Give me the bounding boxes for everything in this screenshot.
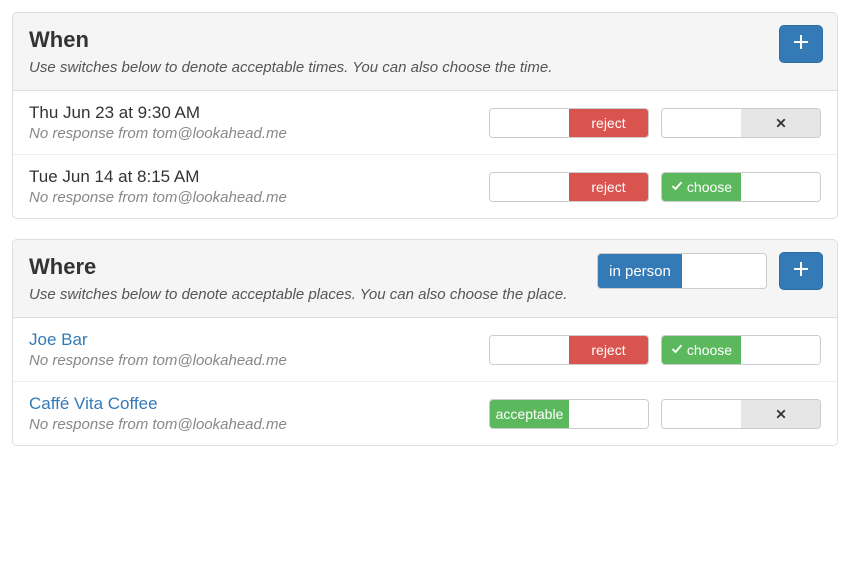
x-icon: [741, 400, 820, 428]
time-row-controls: reject: [489, 108, 821, 138]
time-row: Tue Jun 14 at 8:15 AM No response from t…: [13, 155, 837, 218]
place-row-info: Joe Bar No response from tom@lookahead.m…: [29, 330, 489, 369]
in-person-label: in person: [598, 254, 682, 288]
check-icon: [671, 342, 683, 358]
choose-label: choose: [662, 336, 741, 364]
toggle-blank: [682, 254, 766, 288]
place-row: Joe Bar No response from tom@lookahead.m…: [13, 318, 837, 382]
time-label: Thu Jun 23 at 9:30 AM: [29, 103, 489, 123]
time-row: Thu Jun 23 at 9:30 AM No response from t…: [13, 91, 837, 155]
when-header-controls: [779, 25, 823, 63]
toggle-blank: [490, 336, 569, 364]
where-header: Where Use switches below to denote accep…: [13, 240, 837, 318]
place-row-controls: acceptable: [489, 399, 821, 429]
toggle-blank: [490, 173, 569, 201]
choose-label: choose: [662, 173, 741, 201]
when-subtitle: Use switches below to denote acceptable …: [29, 59, 821, 76]
place-response-status: No response from tom@lookahead.me: [29, 352, 489, 369]
add-place-button[interactable]: [779, 252, 823, 290]
dismiss-toggle[interactable]: [661, 399, 821, 429]
reject-toggle[interactable]: reject: [489, 335, 649, 365]
reject-label: reject: [569, 336, 648, 364]
reject-label: reject: [569, 109, 648, 137]
when-title: When: [29, 27, 821, 53]
check-icon: [671, 179, 683, 195]
where-panel: Where Use switches below to denote accep…: [12, 239, 838, 446]
time-row-controls: reject choose: [489, 172, 821, 202]
when-panel: When Use switches below to denote accept…: [12, 12, 838, 219]
time-row-info: Tue Jun 14 at 8:15 AM No response from t…: [29, 167, 489, 206]
place-link[interactable]: Joe Bar: [29, 330, 489, 350]
plus-icon: [793, 261, 809, 282]
toggle-blank: [662, 109, 741, 137]
time-response-status: No response from tom@lookahead.me: [29, 189, 489, 206]
place-row: Caffé Vita Coffee No response from tom@l…: [13, 382, 837, 445]
toggle-blank: [662, 400, 741, 428]
acceptable-label: acceptable: [490, 400, 569, 428]
time-label: Tue Jun 14 at 8:15 AM: [29, 167, 489, 187]
reject-toggle[interactable]: reject: [489, 172, 649, 202]
acceptable-toggle[interactable]: acceptable: [489, 399, 649, 429]
place-link[interactable]: Caffé Vita Coffee: [29, 394, 489, 414]
toggle-blank: [741, 173, 820, 201]
in-person-toggle[interactable]: in person: [597, 253, 767, 289]
toggle-blank: [741, 336, 820, 364]
reject-toggle[interactable]: reject: [489, 108, 649, 138]
add-time-button[interactable]: [779, 25, 823, 63]
plus-icon: [793, 34, 809, 55]
choose-toggle[interactable]: choose: [661, 335, 821, 365]
place-row-controls: reject choose: [489, 335, 821, 365]
choose-toggle[interactable]: choose: [661, 172, 821, 202]
place-row-info: Caffé Vita Coffee No response from tom@l…: [29, 394, 489, 433]
reject-label: reject: [569, 173, 648, 201]
time-response-status: No response from tom@lookahead.me: [29, 125, 489, 142]
toggle-blank: [490, 109, 569, 137]
dismiss-toggle[interactable]: [661, 108, 821, 138]
time-row-info: Thu Jun 23 at 9:30 AM No response from t…: [29, 103, 489, 142]
where-header-controls: in person: [597, 252, 823, 290]
x-icon: [741, 109, 820, 137]
place-response-status: No response from tom@lookahead.me: [29, 416, 489, 433]
toggle-blank: [569, 400, 648, 428]
when-header: When Use switches below to denote accept…: [13, 13, 837, 91]
